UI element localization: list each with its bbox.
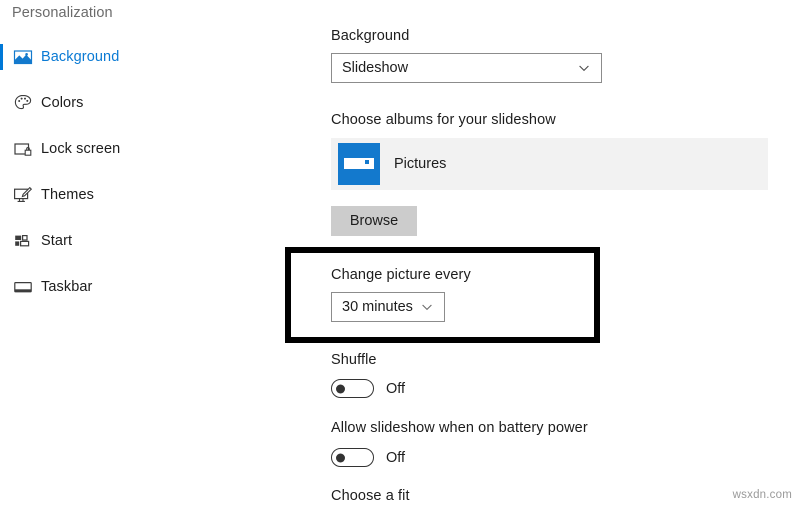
taskbar-icon <box>12 276 34 298</box>
shuffle-state: Off <box>386 381 405 397</box>
toggle-knob <box>336 453 345 462</box>
sidebar-item-themes[interactable]: Themes <box>0 178 325 212</box>
choose-albums-label: Choose albums for your slideshow <box>331 112 556 128</box>
shuffle-toggle[interactable] <box>331 379 374 398</box>
sidebar-item-label: Themes <box>41 187 94 203</box>
sidebar-item-taskbar[interactable]: Taskbar <box>0 270 325 304</box>
image-icon <box>12 46 34 68</box>
background-type-select[interactable]: Slideshow <box>331 53 602 83</box>
battery-slideshow-label: Allow slideshow when on battery power <box>331 420 588 436</box>
folder-icon-bar <box>344 158 374 169</box>
change-picture-every-label: Change picture every <box>331 267 471 283</box>
main-content: Background Slideshow Choose albums for y… <box>325 0 800 507</box>
background-section-label: Background <box>331 28 409 44</box>
pictures-folder-icon <box>338 143 380 185</box>
toggle-knob <box>336 384 345 393</box>
album-list: Pictures <box>331 138 768 190</box>
background-type-value: Slideshow <box>342 60 408 76</box>
sidebar-item-label: Start <box>41 233 72 249</box>
watermark: wsxdn.com <box>733 489 792 501</box>
change-picture-interval-select[interactable]: 30 minutes <box>331 292 445 322</box>
sidebar-item-label: Background <box>41 49 119 65</box>
shuffle-label: Shuffle <box>331 352 377 368</box>
palette-icon <box>12 92 34 114</box>
themes-icon <box>12 184 34 206</box>
sidebar: Personalization Background Colors <box>0 0 325 507</box>
page-title: Personalization <box>12 5 113 21</box>
battery-slideshow-toggle[interactable] <box>331 448 374 467</box>
start-tiles-icon <box>12 230 34 252</box>
sidebar-item-label: Lock screen <box>41 141 120 157</box>
chevron-down-icon <box>577 61 591 75</box>
selection-accent-bar <box>0 44 3 70</box>
choose-a-fit-label: Choose a fit <box>331 488 410 504</box>
chevron-down-icon <box>420 300 434 314</box>
browse-button[interactable]: Browse <box>331 206 417 236</box>
battery-slideshow-state: Off <box>386 450 405 466</box>
sidebar-item-label: Taskbar <box>41 279 92 295</box>
sidebar-item-colors[interactable]: Colors <box>0 86 325 120</box>
sidebar-item-background[interactable]: Background <box>0 40 325 74</box>
sidebar-item-start[interactable]: Start <box>0 224 325 258</box>
lock-screen-icon <box>12 138 34 160</box>
album-list-item[interactable]: Pictures <box>331 138 768 190</box>
sidebar-item-label: Colors <box>41 95 84 111</box>
album-name: Pictures <box>394 156 446 172</box>
folder-icon-dot <box>365 160 369 164</box>
sidebar-item-lock-screen[interactable]: Lock screen <box>0 132 325 166</box>
change-picture-interval-value: 30 minutes <box>342 299 413 315</box>
